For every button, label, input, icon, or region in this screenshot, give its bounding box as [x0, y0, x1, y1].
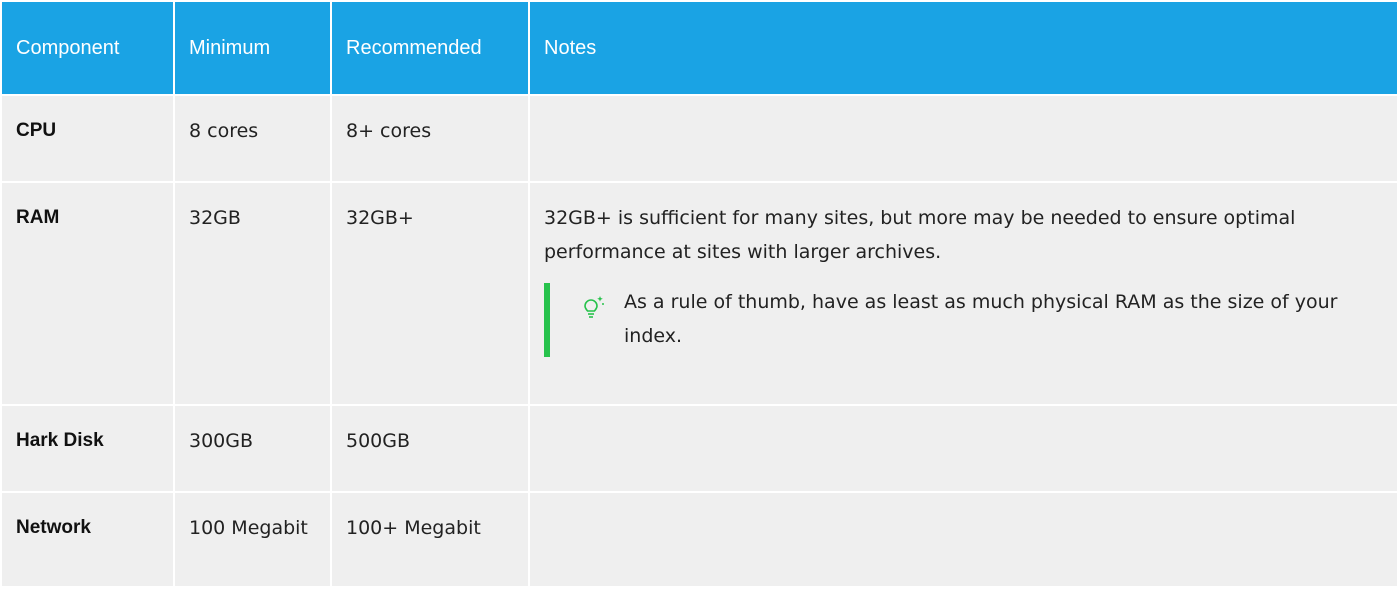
tip-text: As a rule of thumb, have as least as muc…: [624, 291, 1338, 347]
notes-cell: 32GB+ is sufficient for many sites, but …: [530, 183, 1397, 404]
notes-text: 32GB+ is sufficient for many sites, but …: [544, 207, 1296, 263]
recommended-cell: 8+ cores: [332, 96, 528, 181]
header-recommended: Recommended: [332, 2, 528, 94]
header-minimum: Minimum: [175, 2, 330, 94]
minimum-cell: 300GB: [175, 406, 330, 491]
minimum-cell: 100 Megabit: [175, 493, 330, 586]
component-cell: RAM: [2, 183, 173, 404]
lightbulb-icon: [576, 293, 606, 323]
notes-cell: [530, 493, 1397, 586]
component-cell: CPU: [2, 96, 173, 181]
minimum-cell: 8 cores: [175, 96, 330, 181]
minimum-cell: 32GB: [175, 183, 330, 404]
recommended-cell: 32GB+: [332, 183, 528, 404]
header-notes: Notes: [530, 2, 1397, 94]
requirements-table: Component Minimum Recommended Notes CPU …: [0, 0, 1399, 588]
component-cell: Hark Disk: [2, 406, 173, 491]
recommended-cell: 500GB: [332, 406, 528, 491]
component-cell: Network: [2, 493, 173, 586]
table-row: Hark Disk 300GB 500GB: [2, 406, 1397, 491]
tip-callout: As a rule of thumb, have as least as muc…: [544, 283, 1383, 357]
header-row: Component Minimum Recommended Notes: [2, 2, 1397, 94]
table-row: Network 100 Megabit 100+ Megabit: [2, 493, 1397, 586]
notes-cell: [530, 96, 1397, 181]
table-row: RAM 32GB 32GB+ 32GB+ is sufficient for m…: [2, 183, 1397, 404]
table-row: CPU 8 cores 8+ cores: [2, 96, 1397, 181]
header-component: Component: [2, 2, 173, 94]
notes-cell: [530, 406, 1397, 491]
recommended-cell: 100+ Megabit: [332, 493, 528, 586]
